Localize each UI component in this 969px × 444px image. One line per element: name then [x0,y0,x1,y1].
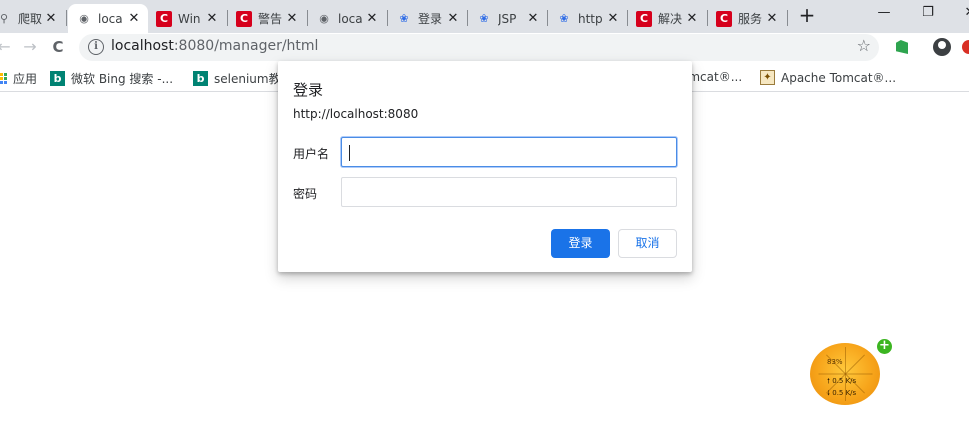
tab-6[interactable]: ❀ 登录 ✕ [388,4,467,33]
dialog-title: 登录 [293,81,324,99]
spider-icon: ⚲ [0,12,9,25]
tomcat-icon: ✦ [760,70,775,85]
tab-divider [787,10,788,26]
login-button[interactable]: 登录 [551,229,610,258]
close-window-button[interactable]: ✕ [958,2,969,26]
url-host: localhost [111,38,174,54]
download-speed-value: 0.5 K/s [832,389,857,397]
close-icon[interactable]: ✕ [605,11,621,26]
restore-button[interactable]: ❐ [916,2,940,26]
paw-icon: ❀ [559,12,569,25]
reload-button[interactable]: C [46,35,70,59]
info-icon[interactable]: i [88,39,104,55]
tab-3[interactable]: C Win ✕ [148,4,226,33]
close-icon[interactable]: ✕ [204,11,220,26]
new-tab-button[interactable]: + [795,4,819,28]
menu-update-icon[interactable] [962,40,969,54]
close-icon[interactable]: ✕ [126,11,142,26]
star-icon[interactable]: ☆ [857,36,871,55]
password-label: 密码 [293,187,318,201]
username-field[interactable] [341,137,677,167]
net-speed-widget[interactable]: 83% 🠕 0.5 K/s 🠗 0.5 K/s + [810,339,892,405]
tab-divider [66,10,67,26]
address-bar[interactable]: i localhost:8080/manager/html ☆ [79,34,879,61]
password-field[interactable] [341,177,677,207]
login-dialog: 登录 http://localhost:8080 用户名 密码 登录 取消 [278,61,692,272]
c-icon: C [636,10,652,27]
bookmark-tomcat-2[interactable]: ✦ Apache Tomcat®... [760,70,896,85]
tab-title: 解决 [658,12,683,26]
close-icon[interactable]: ✕ [445,11,461,26]
close-icon[interactable]: ✕ [764,11,780,26]
tab-strip: ⚲ 爬取 ✕ ◉ loca ✕ C Win ✕ C 警告 ✕ ◉ loca ✕ [0,0,969,33]
bing-icon: b [50,71,65,86]
minimize-button[interactable]: — [872,2,896,26]
download-speed: 🠗 0.5 K/s [827,389,856,400]
forward-button[interactable]: → [18,35,42,59]
bookmark-label: Apache Tomcat®... [781,70,897,85]
c-icon: C [236,10,252,27]
globe-icon: ◉ [79,12,89,25]
profile-icon[interactable] [933,38,951,56]
url-text[interactable]: localhost:8080/manager/html [111,38,318,54]
tab-8[interactable]: ❀ http ✕ [548,4,627,33]
tab-title: JSP [498,11,517,26]
bookmark-label: 微软 Bing 搜索 -... [71,72,174,86]
apps-icon [0,73,7,84]
browser-window: ⚲ 爬取 ✕ ◉ loca ✕ C Win ✕ C 警告 ✕ ◉ loca ✕ [0,0,969,444]
paw-icon: ❀ [479,12,489,25]
bing-icon: b [193,71,208,86]
cancel-button[interactable]: 取消 [618,229,677,258]
tab-title: 登录 [418,12,443,26]
tab-4[interactable]: C 警告 ✕ [228,4,306,33]
bookmark-bing[interactable]: b 微软 Bing 搜索 -... [50,70,173,87]
close-icon[interactable]: ✕ [284,11,300,26]
paw-icon: ❀ [399,12,409,25]
tab-title: loca [338,11,363,26]
close-icon[interactable]: ✕ [684,11,700,26]
cpu-percent: 83% [827,358,843,366]
plus-icon[interactable]: + [877,339,892,354]
text-caret [349,145,350,161]
tab-title: Win [178,11,201,26]
username-label: 用户名 [293,147,330,161]
dialog-origin: http://localhost:8080 [293,107,419,121]
upload-speed-value: 0.5 K/s [832,377,857,385]
close-icon[interactable]: ✕ [364,11,380,26]
c-icon: C [716,10,732,27]
tab-title: 爬取 [18,12,43,26]
bookmark-label: 应用 [13,72,38,86]
bookmark-apps[interactable]: 应用 [0,70,37,87]
tab-2-active[interactable]: ◉ loca ✕ [68,4,148,33]
tab-9[interactable]: C 解决 ✕ [628,4,706,33]
close-icon[interactable]: ✕ [525,11,541,26]
tab-title: loca [98,11,123,26]
tab-10[interactable]: C 服务 ✕ [708,4,786,33]
c-icon: C [156,10,172,27]
close-icon[interactable]: ✕ [43,11,59,26]
toolbar: ← → C i localhost:8080/manager/html ☆ [0,33,969,62]
tab-title: http [578,11,603,26]
back-button[interactable]: ← [0,35,16,59]
globe-icon: ◉ [319,12,329,25]
upload-speed: 🠕 0.5 K/s [827,377,856,388]
url-path: :8080/manager/html [173,38,319,54]
tab-title: 服务 [738,12,763,26]
tab-title: 警告 [258,12,283,26]
tab-7[interactable]: ❀ JSP ✕ [468,4,547,33]
tab-1[interactable]: ⚲ 爬取 ✕ [0,4,65,33]
tab-5[interactable]: ◉ loca ✕ [308,4,386,33]
